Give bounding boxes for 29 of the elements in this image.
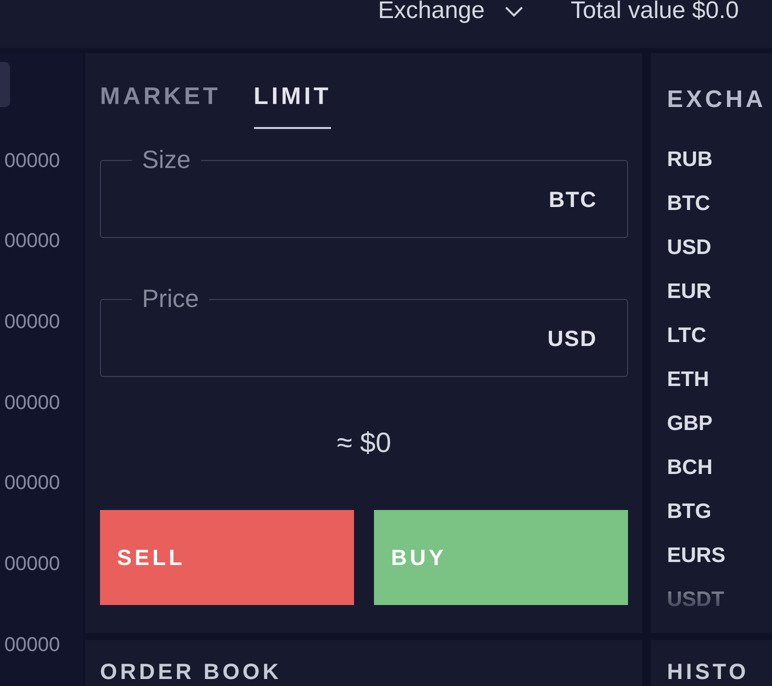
dropdown-button[interactable]: Exchange [378, 0, 523, 22]
unit-label: USD [548, 326, 597, 352]
currency-item[interactable]: BTG [667, 490, 712, 534]
chevron-down-icon [504, 6, 523, 16]
currency-item[interactable]: RUB [667, 138, 712, 182]
currency-item[interactable]: BCH [667, 446, 712, 490]
number-text: 00000 [4, 552, 60, 576]
total-value: Total value $0.0 [570, 0, 739, 22]
button-edge[interactable] [0, 62, 10, 107]
number-text: 00000 [4, 229, 60, 254]
number-text: 00000 [4, 632, 60, 657]
number-text: 00000 [4, 390, 60, 415]
number-text: 00000 [4, 471, 60, 496]
panel-title: EXCHA [667, 85, 766, 115]
panel-title: ORDER BOOK [100, 660, 282, 684]
currency-item[interactable]: ETH [667, 358, 709, 402]
order-type-tab[interactable]: MARKET [100, 80, 221, 129]
currency-item[interactable]: LTC [667, 314, 706, 358]
currency-item[interactable]: GBP [667, 402, 713, 446]
number-text: 00000 [4, 310, 60, 334]
panel-title: HISTO [667, 660, 749, 684]
unit-label: BTC [548, 186, 597, 212]
estimate-text: ≈ $0 [336, 427, 392, 459]
order-type-tab[interactable]: LIMIT [254, 80, 332, 129]
currency-item[interactable]: EURS [667, 534, 726, 578]
currency-item[interactable]: BTC [667, 182, 710, 226]
number-text: 00000 [4, 148, 60, 173]
currency-item[interactable]: EUR [667, 270, 712, 314]
currency-item[interactable]: USD [667, 226, 712, 270]
